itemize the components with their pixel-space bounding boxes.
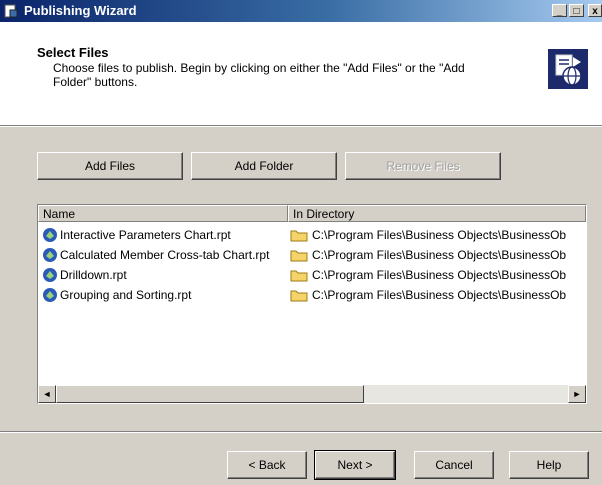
app-icon bbox=[4, 4, 18, 18]
publish-globe-icon bbox=[548, 49, 588, 89]
column-in-directory[interactable]: In Directory bbox=[288, 205, 586, 222]
window-title: Publishing Wizard bbox=[24, 3, 137, 18]
list-item[interactable]: Drilldown.rpt C:\Program Files\Business … bbox=[38, 265, 586, 285]
header-divider bbox=[0, 125, 602, 127]
scroll-left-button[interactable]: ◄ bbox=[38, 385, 56, 403]
remove-files-button[interactable]: Remove Files bbox=[345, 152, 501, 180]
file-directory: C:\Program Files\Business Objects\Busine… bbox=[312, 228, 567, 242]
report-file-icon bbox=[43, 248, 57, 262]
list-item[interactable]: Calculated Member Cross-tab Chart.rpt C:… bbox=[38, 245, 586, 265]
add-folder-button[interactable]: Add Folder bbox=[191, 152, 337, 180]
folder-icon bbox=[290, 290, 308, 302]
folder-icon bbox=[290, 250, 308, 262]
list-item[interactable]: Interactive Parameters Chart.rpt C:\Prog… bbox=[38, 225, 586, 245]
file-directory: C:\Program Files\Business Objects\Busine… bbox=[312, 248, 567, 262]
horizontal-scrollbar[interactable]: ◄ ► bbox=[38, 385, 586, 403]
report-file-icon bbox=[43, 288, 57, 302]
cancel-button[interactable]: Cancel bbox=[414, 451, 494, 479]
file-name: Grouping and Sorting.rpt bbox=[60, 288, 192, 302]
file-directory: C:\Program Files\Business Objects\Busine… bbox=[312, 268, 567, 282]
next-button[interactable]: Next > bbox=[314, 450, 396, 480]
wizard-header: Select Files Choose files to publish. Be… bbox=[0, 22, 602, 125]
list-item[interactable]: Grouping and Sorting.rpt C:\Program File… bbox=[38, 285, 586, 305]
page-description: Choose files to publish. Begin by clicki… bbox=[53, 61, 465, 89]
file-list[interactable]: Name In Directory Interactive Parameters… bbox=[37, 204, 587, 404]
folder-icon bbox=[290, 230, 308, 242]
file-name: Drilldown.rpt bbox=[60, 268, 127, 282]
scroll-thumb[interactable] bbox=[56, 385, 364, 403]
file-name: Calculated Member Cross-tab Chart.rpt bbox=[60, 248, 270, 262]
page-title: Select Files bbox=[37, 45, 109, 60]
back-button[interactable]: < Back bbox=[227, 451, 307, 479]
help-button[interactable]: Help bbox=[509, 451, 589, 479]
footer-divider bbox=[0, 431, 602, 433]
column-name[interactable]: Name bbox=[38, 205, 288, 222]
minimize-button[interactable]: _ bbox=[552, 4, 567, 17]
folder-icon bbox=[290, 270, 308, 282]
scroll-right-button[interactable]: ► bbox=[568, 385, 586, 403]
close-button[interactable]: x bbox=[588, 4, 602, 17]
report-file-icon bbox=[43, 268, 57, 282]
file-name: Interactive Parameters Chart.rpt bbox=[60, 228, 231, 242]
report-file-icon bbox=[43, 228, 57, 242]
title-bar[interactable]: Publishing Wizard _ □ x bbox=[0, 0, 602, 22]
add-files-button[interactable]: Add Files bbox=[37, 152, 183, 180]
file-directory: C:\Program Files\Business Objects\Busine… bbox=[312, 288, 567, 302]
list-header: Name In Directory bbox=[38, 205, 586, 222]
maximize-button[interactable]: □ bbox=[569, 4, 584, 17]
